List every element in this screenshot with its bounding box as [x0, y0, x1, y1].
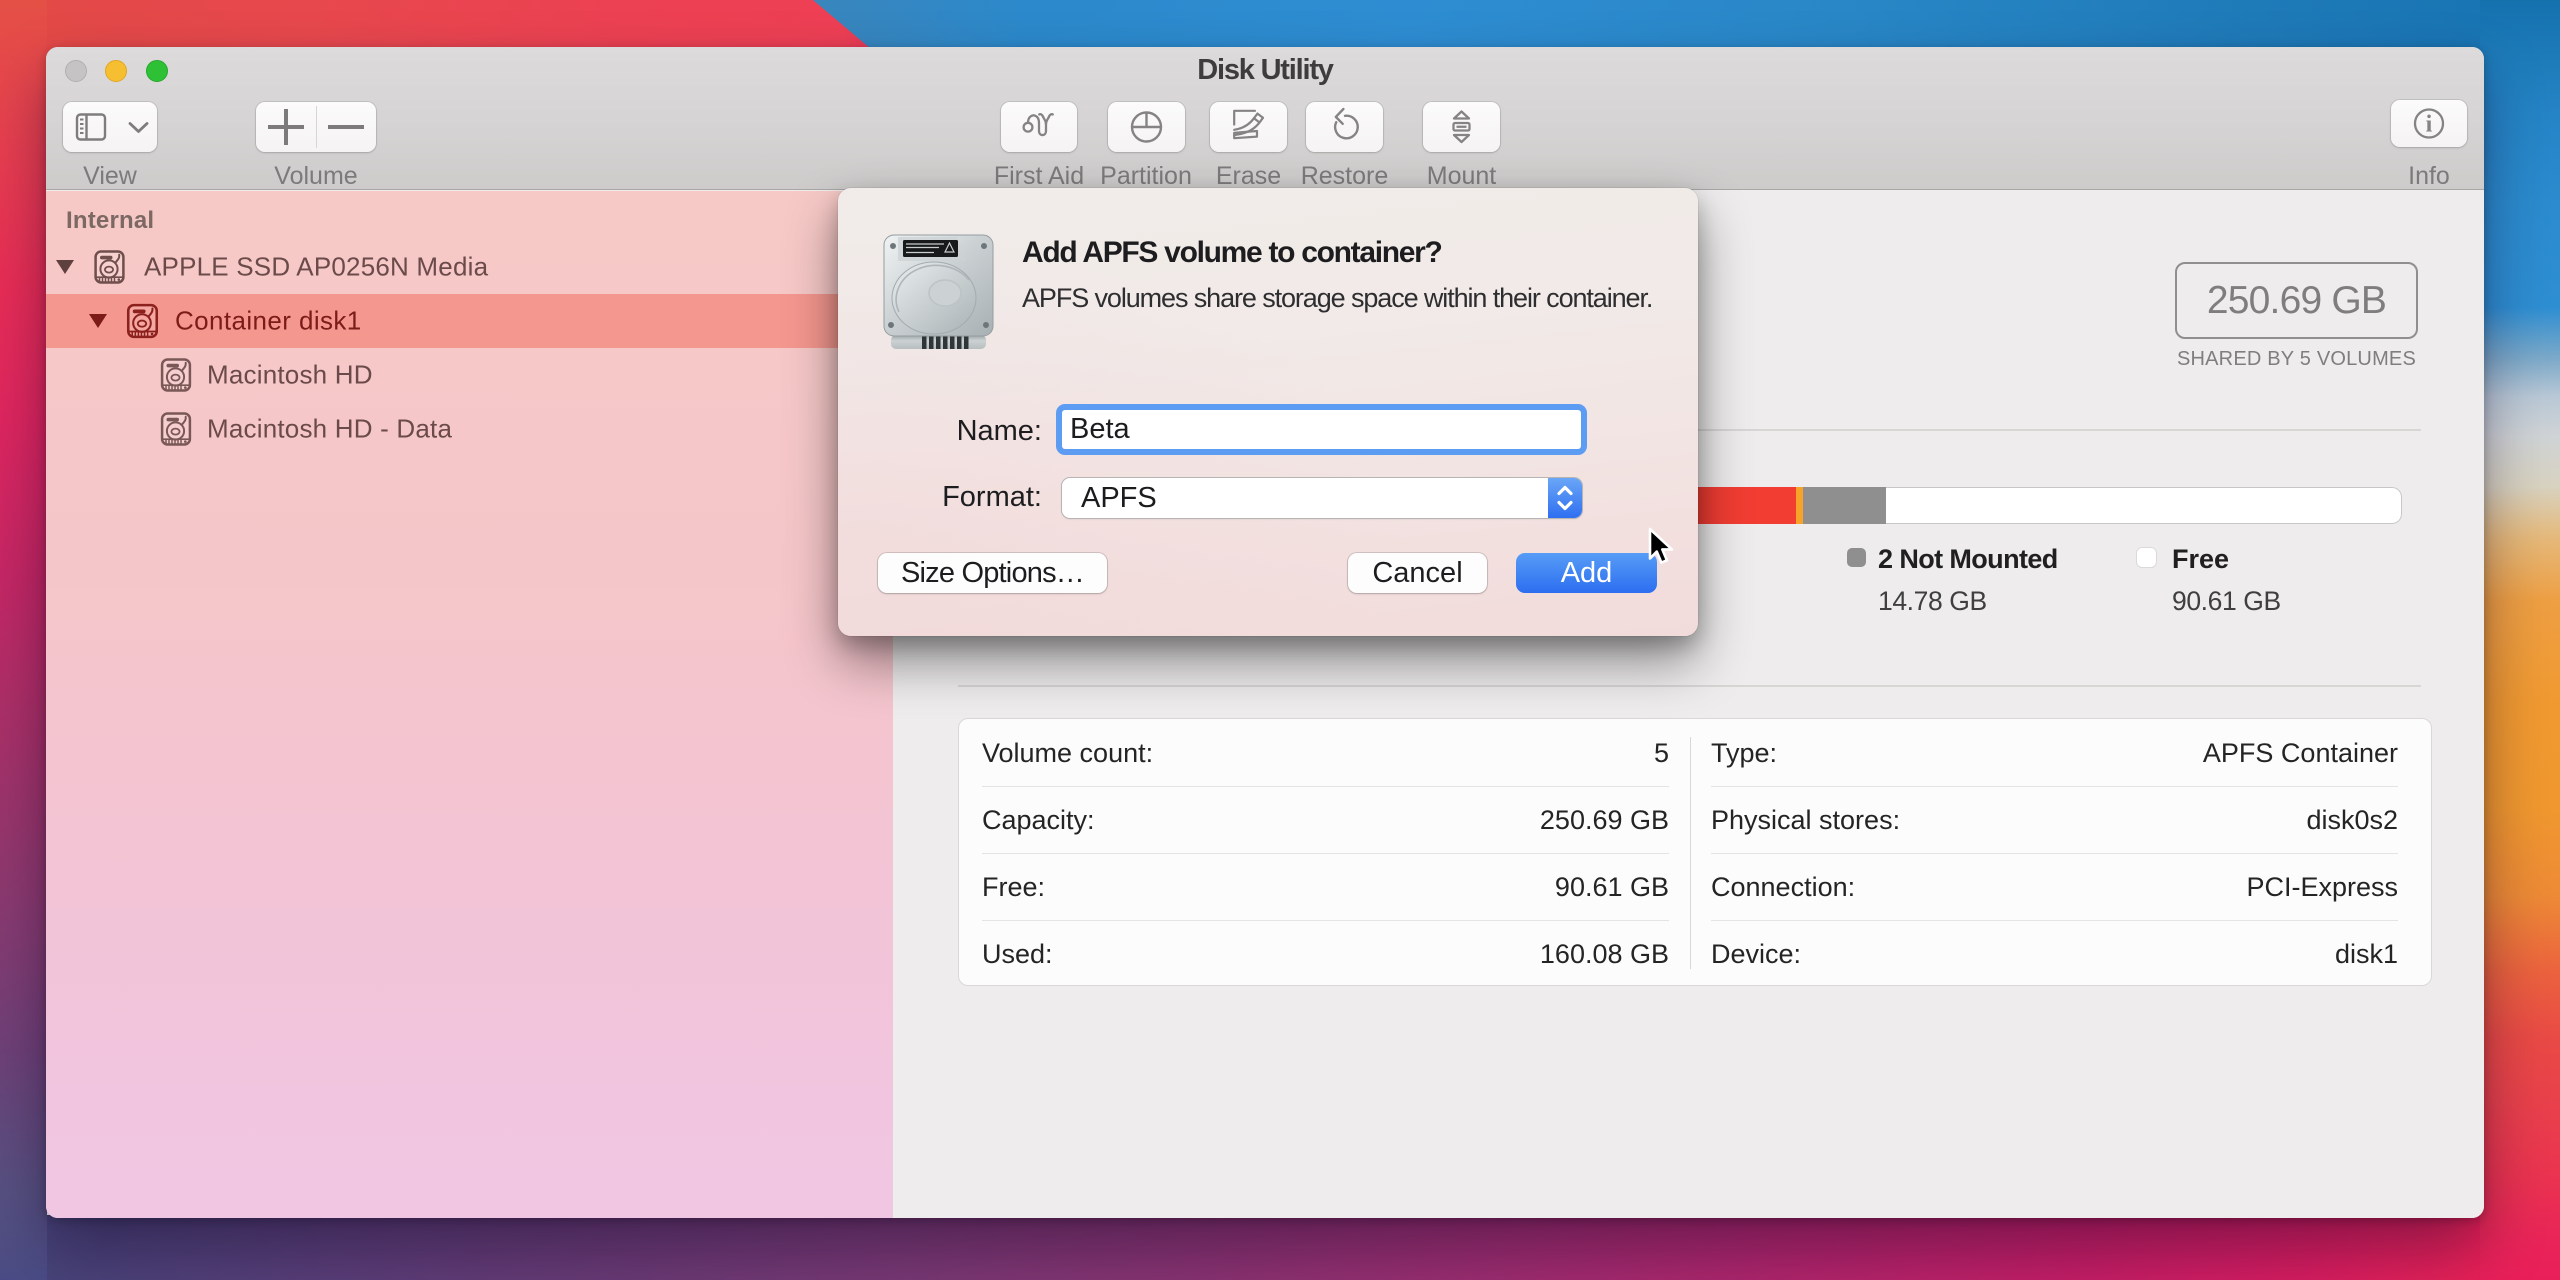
svg-text:i: i [2426, 112, 2433, 138]
